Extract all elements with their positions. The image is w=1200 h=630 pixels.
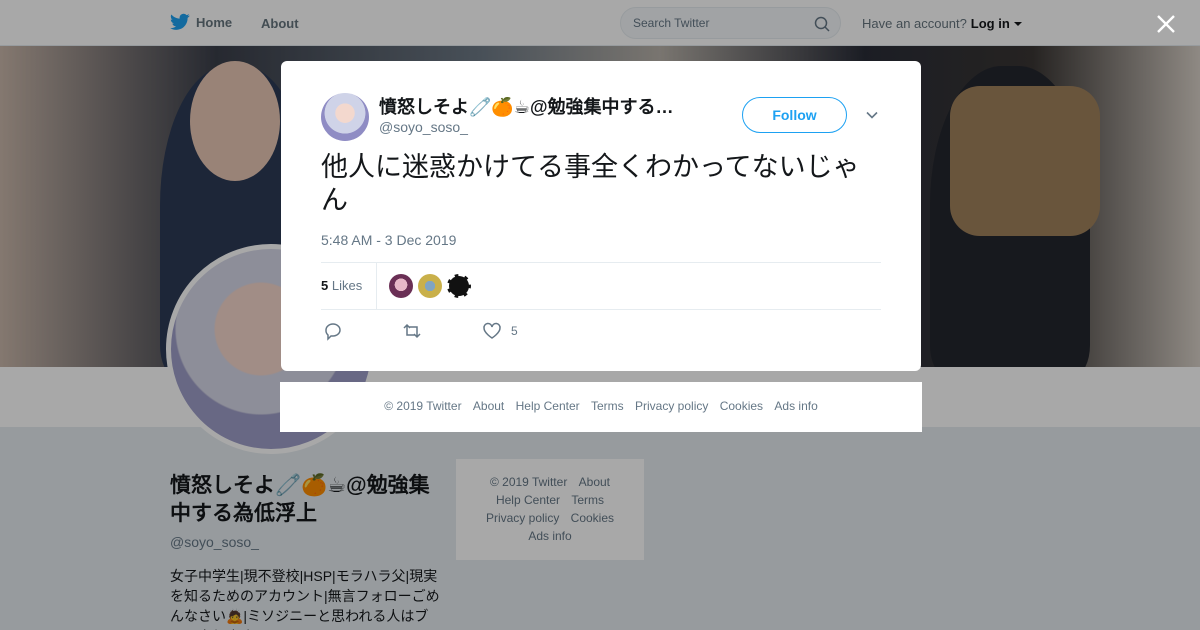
chevron-down-icon[interactable] (865, 108, 879, 122)
footer-cookies-link[interactable]: Cookies (720, 399, 763, 413)
liker-avatar[interactable] (447, 274, 471, 298)
follow-button[interactable]: Follow (742, 97, 847, 133)
likes-label: Likes (331, 278, 363, 293)
footer-terms-link[interactable]: Terms (591, 399, 624, 413)
likes-stat[interactable]: 5 Likes (321, 278, 362, 293)
like-heart-icon[interactable] (482, 321, 502, 341)
close-icon[interactable] (1155, 13, 1177, 35)
tweet-timestamp[interactable]: 5:48 AM - 3 Dec 2019 (321, 232, 456, 248)
tweet-text: 他人に迷惑かけてる事全くわかってないじゃん (321, 152, 860, 215)
reply-icon[interactable] (323, 321, 343, 341)
like-action-count: 5 (511, 324, 518, 338)
footer-ads-link[interactable]: Ads info (774, 399, 817, 413)
tweet-actions: 5 (321, 319, 621, 343)
modal-footer: © 2019 Twitter About Help Center Terms P… (280, 382, 922, 432)
footer-about-link[interactable]: About (473, 399, 504, 413)
retweet-icon[interactable] (402, 321, 422, 341)
likes-count: 5 (321, 278, 329, 293)
tweet-author-handle[interactable]: @soyo_soso_ (379, 119, 468, 135)
tweet-author-avatar[interactable] (321, 93, 369, 141)
footer-help-link[interactable]: Help Center (516, 399, 580, 413)
footer-copyright: © 2019 Twitter (384, 399, 462, 413)
tweet-modal: 憤怒しそよ🧷🍊☕@勉強集中する… @soyo_soso_ Follow 他人に迷… (281, 61, 921, 371)
tweet-author-name[interactable]: 憤怒しそよ🧷🍊☕@勉強集中する… (379, 93, 689, 119)
tweet-stats: 5 Likes (321, 262, 881, 310)
liker-avatar[interactable] (418, 274, 442, 298)
liker-avatar[interactable] (389, 274, 413, 298)
stats-divider (376, 263, 377, 309)
footer-privacy-link[interactable]: Privacy policy (635, 399, 708, 413)
